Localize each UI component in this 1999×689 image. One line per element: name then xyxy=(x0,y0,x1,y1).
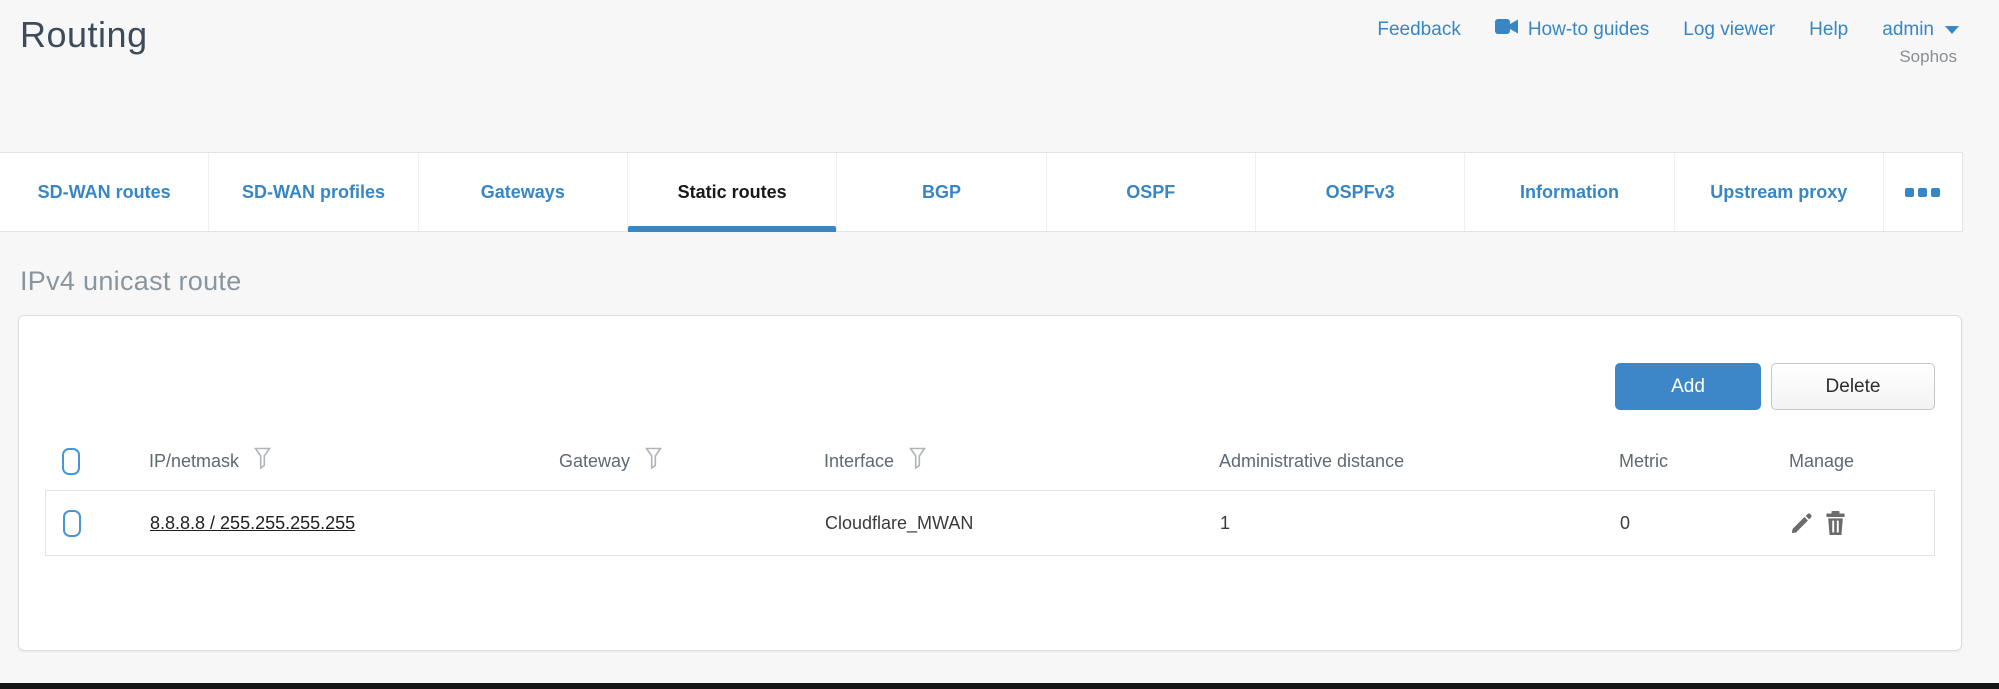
admin-menu[interactable]: admin xyxy=(1882,19,1959,41)
select-all-checkbox[interactable] xyxy=(62,448,80,475)
page-header: Routing Feedback How-to guides Log viewe… xyxy=(0,0,1999,152)
column-header-metric: Metric xyxy=(1619,451,1668,472)
column-header-interface: Interface xyxy=(824,451,894,472)
column-header-ip-netmask: IP/netmask xyxy=(149,451,239,472)
table-row: 8.8.8.8 / 255.255.255.255 Cloudflare_MWA… xyxy=(45,490,1935,556)
delete-button[interactable]: Delete xyxy=(1771,363,1935,410)
tab-sd-wan-routes[interactable]: SD-WAN routes xyxy=(0,153,209,231)
filter-icon[interactable] xyxy=(254,447,271,475)
column-header-administrative-distance: Administrative distance xyxy=(1219,451,1404,472)
add-button[interactable]: Add xyxy=(1615,363,1761,410)
top-nav: Feedback How-to guides Log viewer Help a… xyxy=(1377,10,1959,67)
help-link[interactable]: Help xyxy=(1809,19,1848,41)
window-bottom-edge xyxy=(0,683,1999,689)
section-title: IPv4 unicast route xyxy=(20,266,1999,297)
feedback-link[interactable]: Feedback xyxy=(1377,19,1460,41)
org-label: Sophos xyxy=(1377,47,1957,67)
delete-route-button[interactable] xyxy=(1825,511,1846,535)
row-checkbox[interactable] xyxy=(63,510,81,537)
tab-ospfv3[interactable]: OSPFv3 xyxy=(1256,153,1465,231)
tab-gateways[interactable]: Gateways xyxy=(419,153,628,231)
route-metric-value: 0 xyxy=(1620,513,1630,534)
caret-down-icon xyxy=(1945,26,1959,34)
pencil-icon xyxy=(1790,512,1813,535)
how-to-guides-link[interactable]: How-to guides xyxy=(1495,18,1649,41)
table-toolbar: Add Delete xyxy=(45,363,1935,410)
edit-route-button[interactable] xyxy=(1790,512,1813,535)
how-to-guides-label: How-to guides xyxy=(1528,19,1649,41)
ellipsis-icon xyxy=(1905,188,1914,197)
ipv4-unicast-route-card: Add Delete IP/netmask Gateway Interface … xyxy=(18,315,1962,651)
column-header-manage: Manage xyxy=(1789,451,1854,472)
route-administrative-distance-value: 1 xyxy=(1220,513,1230,534)
route-interface-value: Cloudflare_MWAN xyxy=(825,513,973,534)
tab-information[interactable]: Information xyxy=(1465,153,1674,231)
filter-icon[interactable] xyxy=(909,447,926,475)
trash-icon xyxy=(1825,511,1846,535)
admin-menu-label: admin xyxy=(1882,19,1934,41)
video-camera-icon xyxy=(1495,18,1519,41)
filter-icon[interactable] xyxy=(645,447,662,475)
more-tabs-button[interactable] xyxy=(1884,153,1962,231)
tab-static-routes[interactable]: Static routes xyxy=(628,153,837,231)
log-viewer-link[interactable]: Log viewer xyxy=(1683,19,1775,41)
page-title: Routing xyxy=(20,10,148,56)
tab-ospf[interactable]: OSPF xyxy=(1047,153,1256,231)
tab-sd-wan-profiles[interactable]: SD-WAN profiles xyxy=(209,153,418,231)
table-header: IP/netmask Gateway Interface Administrat… xyxy=(45,432,1935,490)
tab-upstream-proxy[interactable]: Upstream proxy xyxy=(1675,153,1884,231)
column-header-gateway: Gateway xyxy=(559,451,630,472)
tab-static-routes-label: Static routes xyxy=(678,182,787,203)
tab-bgp[interactable]: BGP xyxy=(837,153,1046,231)
active-tab-underline xyxy=(628,226,836,232)
tab-bar: SD-WAN routes SD-WAN profiles Gateways S… xyxy=(0,152,1963,232)
route-ip-netmask-link[interactable]: 8.8.8.8 / 255.255.255.255 xyxy=(150,513,355,534)
